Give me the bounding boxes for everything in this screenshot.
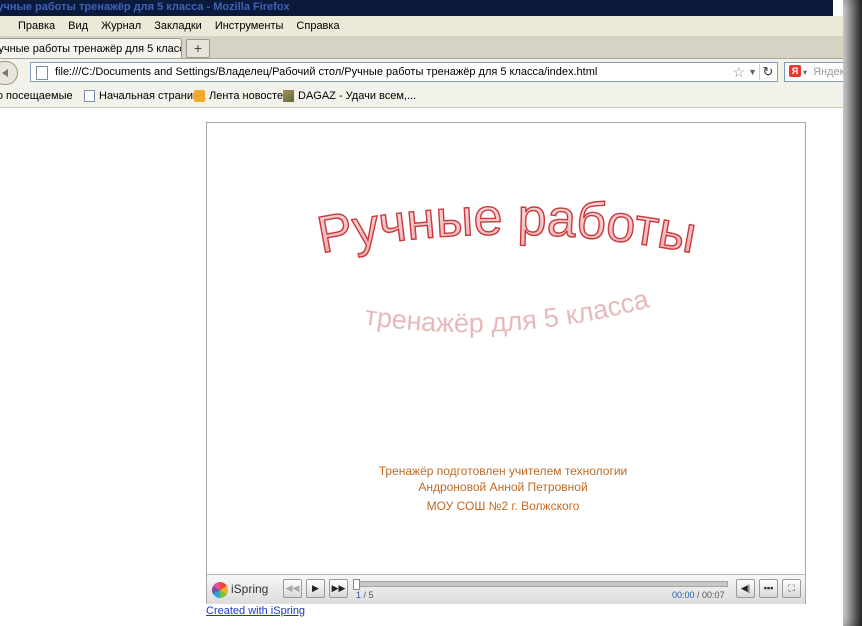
window-title: Ручные работы тренажёр для 5 класса - Mo… xyxy=(0,0,833,16)
fullscreen-button[interactable]: ⛶ xyxy=(782,579,801,598)
slide-canvas[interactable]: Ручные работы тренажёр для 5 класса Трен… xyxy=(207,123,805,579)
school-name: МОУ СОШ №2 г. Волжского xyxy=(427,499,580,513)
menu-bar: Правка Вид Журнал Закладки Инструменты Справк… xyxy=(0,16,843,36)
chevron-down-icon[interactable]: ▼ xyxy=(748,63,757,81)
play-button[interactable]: ▶ xyxy=(306,579,325,598)
slide-subtitle: тренажёр для 5 класса xyxy=(363,283,653,338)
rss-icon xyxy=(194,90,205,103)
fast-forward-icon: ▶▶ xyxy=(331,583,346,593)
progress-track[interactable] xyxy=(353,579,728,590)
url-text: file:///C:/Documents and Settings/Владел… xyxy=(55,66,598,78)
bookmark-label: DAGAZ - Удачи всем,... xyxy=(298,90,417,102)
bookmark-label: Лента новостей xyxy=(209,90,290,102)
slide-total: / 5 xyxy=(363,590,374,600)
ispring-flower-icon xyxy=(212,581,228,598)
page-icon xyxy=(36,66,48,80)
time-display: 00:00 / 00:07 xyxy=(672,590,725,600)
ispring-logo: iSpring xyxy=(212,580,268,598)
search-placeholder: Яндекс xyxy=(813,66,843,78)
progress-thumb[interactable] xyxy=(353,579,360,590)
volume-button[interactable]: ◀| xyxy=(736,579,755,598)
play-icon: ▶ xyxy=(312,583,319,593)
menu-item-history[interactable]: Журнал xyxy=(101,16,141,36)
page-icon xyxy=(84,90,95,103)
yandex-logo-icon[interactable]: Я xyxy=(789,65,801,77)
search-input[interactable]: Я▾ Яндекс xyxy=(784,62,843,82)
bookmark-label: Начальная страница xyxy=(99,90,206,102)
bookmark-star-icon[interactable]: ☆ xyxy=(732,64,745,80)
fullscreen-icon: ⛶ xyxy=(788,583,795,593)
author-line-2: Андроновой Анной Петровной xyxy=(418,480,587,494)
reload-icon[interactable]: ↻ xyxy=(759,64,776,80)
tab-strip: Ручные работы тренажёр для 5 класса + xyxy=(0,36,843,59)
navigation-toolbar: file:///C:/Documents and Settings/Владел… xyxy=(0,59,843,86)
tab-label: Ручные работы тренажёр для 5 класса xyxy=(0,43,182,55)
previous-slide-button[interactable]: ◀◀ xyxy=(283,579,302,598)
menu-item-edit[interactable]: Правка xyxy=(18,16,55,36)
menu-item-tools[interactable]: Инструменты xyxy=(215,16,284,36)
bookmarks-toolbar: Часто посещаемые Начальная страница Лент… xyxy=(0,86,843,108)
rewind-icon: ◀◀ xyxy=(285,583,300,593)
player-controls: iSpring ◀◀ ▶ ▶▶ 1 / 5 00:00 / 00:07 ◀| ▪… xyxy=(207,574,805,604)
menu-item-bookmarks[interactable]: Закладки xyxy=(154,16,202,36)
page-content: Ручные работы тренажёр для 5 класса Трен… xyxy=(0,108,843,626)
slide-current: 1 xyxy=(356,590,362,600)
outline-button[interactable]: ▪▪▪ xyxy=(759,579,778,598)
bookmark-dagaz[interactable]: DAGAZ - Удачи всем,... xyxy=(283,86,416,107)
next-slide-button[interactable]: ▶▶ xyxy=(329,579,348,598)
slide-title: Ручные работы xyxy=(313,188,701,264)
plus-icon: + xyxy=(193,40,203,56)
image-icon xyxy=(283,90,294,103)
bookmark-news-feed[interactable]: Лента новостей xyxy=(194,86,289,107)
bookmark-label: Часто посещаемые xyxy=(0,90,73,102)
created-with-link[interactable]: Created with iSpring xyxy=(206,605,305,617)
menu-item-view[interactable]: Вид xyxy=(68,16,88,36)
tab-current[interactable]: Ручные работы тренажёр для 5 класса xyxy=(0,38,182,58)
bookmark-most-visited[interactable]: Часто посещаемые xyxy=(0,86,73,107)
speaker-icon: ◀| xyxy=(740,583,751,593)
browser-window: Ручные работы тренажёр для 5 класса - Mo… xyxy=(0,0,843,626)
author-line-1: Тренажёр подготовлен учителем технологии xyxy=(379,464,627,478)
address-bar[interactable]: file:///C:/Documents and Settings/Владел… xyxy=(30,62,778,82)
time-current: 00:00 xyxy=(672,590,695,600)
slide-counter: 1 / 5 xyxy=(356,590,374,600)
back-button[interactable] xyxy=(0,61,18,85)
chevron-down-icon[interactable]: ▾ xyxy=(803,68,807,77)
ispring-brand: iSpring xyxy=(231,582,269,596)
ispring-player: Ручные работы тренажёр для 5 класса Трен… xyxy=(206,122,806,604)
time-total: / 00:07 xyxy=(697,590,725,600)
bookmark-home-page[interactable]: Начальная страница xyxy=(84,86,205,107)
dots-icon: ▪▪▪ xyxy=(763,583,774,593)
menu-item-help[interactable]: Справка xyxy=(296,16,339,36)
new-tab-button[interactable]: + xyxy=(186,39,210,58)
